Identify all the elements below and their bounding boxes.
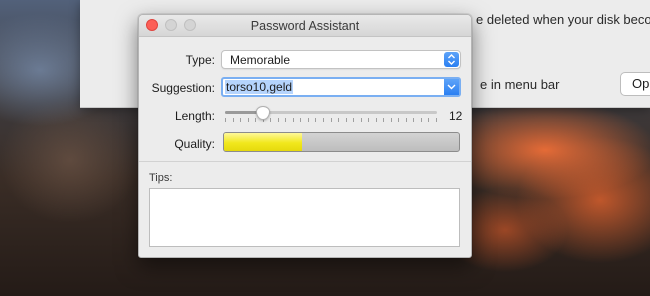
length-slider-ticks: [225, 118, 437, 123]
quality-label: Quality:: [174, 137, 215, 151]
slider-tick: [338, 118, 339, 122]
slider-tick: [233, 118, 234, 122]
window-title: Password Assistant: [250, 19, 360, 33]
quality-meter-fill: [224, 133, 302, 151]
slider-tick: [300, 118, 301, 122]
background-window-menubar-option[interactable]: e in menu bar: [480, 77, 560, 92]
divider: [139, 161, 471, 162]
slider-tick: [421, 118, 422, 122]
slider-tick: [361, 118, 362, 122]
type-select[interactable]: Memorable: [221, 50, 461, 69]
length-value: 12: [449, 109, 463, 123]
slider-tick: [240, 118, 241, 122]
slider-tick: [225, 118, 226, 122]
length-label: Length:: [174, 109, 215, 123]
slider-tick: [346, 118, 347, 122]
slider-tick: [376, 118, 377, 122]
title-bar[interactable]: Password Assistant: [139, 15, 471, 37]
tips-text-area: [149, 188, 460, 247]
slider-tick: [255, 118, 256, 122]
slider-tick: [368, 118, 369, 122]
slider-tick: [248, 118, 249, 122]
slider-tick: [315, 118, 316, 122]
suggestion-combobox[interactable]: torso10,geld: [221, 77, 461, 97]
slider-tick: [391, 118, 392, 122]
slider-tick: [406, 118, 407, 122]
slider-tick: [331, 118, 332, 122]
slider-tick: [270, 118, 271, 122]
slider-tick: [413, 118, 414, 122]
slider-tick: [308, 118, 309, 122]
slider-tick: [278, 118, 279, 122]
chevron-down-icon[interactable]: [444, 79, 459, 95]
slider-tick: [293, 118, 294, 122]
background-window-options-button[interactable]: Op: [620, 72, 650, 96]
password-assistant-window: Password Assistant Type: Memorable Sugge…: [138, 14, 472, 258]
suggestion-label: Suggestion:: [151, 81, 215, 95]
type-select-value: Memorable: [230, 53, 291, 67]
slider-tick: [383, 118, 384, 122]
updown-chevron-icon: [444, 52, 459, 67]
tips-label: Tips:: [149, 172, 173, 184]
slider-tick: [353, 118, 354, 122]
slider-tick: [436, 118, 437, 122]
slider-tick: [323, 118, 324, 122]
slider-tick: [398, 118, 399, 122]
slider-tick: [428, 118, 429, 122]
quality-meter: [223, 132, 460, 152]
suggestion-field[interactable]: torso10,geld: [225, 80, 294, 94]
background-window-text: e deleted when your disk become: [476, 12, 650, 27]
type-label: Type:: [185, 53, 215, 67]
slider-tick: [285, 118, 286, 122]
